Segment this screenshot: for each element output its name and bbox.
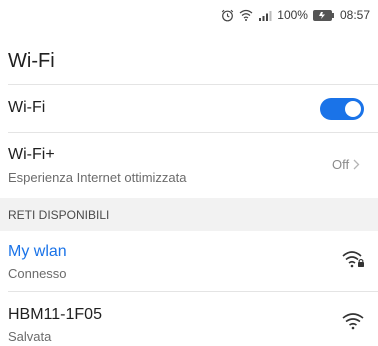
row-divider <box>8 291 378 292</box>
network-name: HBM11-1F05 <box>8 306 102 323</box>
wifi-toggle-switch[interactable] <box>320 98 364 120</box>
wifi-toggle-label: Wi-Fi <box>8 99 46 116</box>
page-title: Wi-Fi <box>8 50 55 72</box>
wifi-status-icon <box>239 9 253 21</box>
header-divider <box>8 84 378 85</box>
network-status: Salvata <box>8 329 52 344</box>
wifi-locked-icon <box>342 251 364 268</box>
wifi-plus-value-text: Off <box>332 157 350 172</box>
signal-icon <box>258 10 272 21</box>
status-bar: 100% 08:57 <box>0 0 378 30</box>
section-label: RETI DISPONIBILI <box>8 208 110 222</box>
available-networks-section: RETI DISPONIBILI <box>0 198 378 231</box>
row-divider <box>8 132 378 133</box>
network-name: My wlan <box>8 243 67 260</box>
wifi-plus-value: Off <box>332 157 360 172</box>
toggle-knob <box>345 101 361 117</box>
wifi-plus-label: Wi-Fi+ <box>8 146 55 163</box>
alarm-icon <box>221 9 234 22</box>
chevron-right-icon <box>353 159 360 170</box>
status-time: 08:57 <box>339 8 370 22</box>
battery-icon <box>312 9 335 21</box>
wifi-plus-subtitle: Esperienza Internet ottimizzata <box>8 170 187 185</box>
wifi-icon <box>342 313 364 330</box>
battery-percentage: 100% <box>277 8 308 22</box>
network-status: Connesso <box>8 266 67 281</box>
